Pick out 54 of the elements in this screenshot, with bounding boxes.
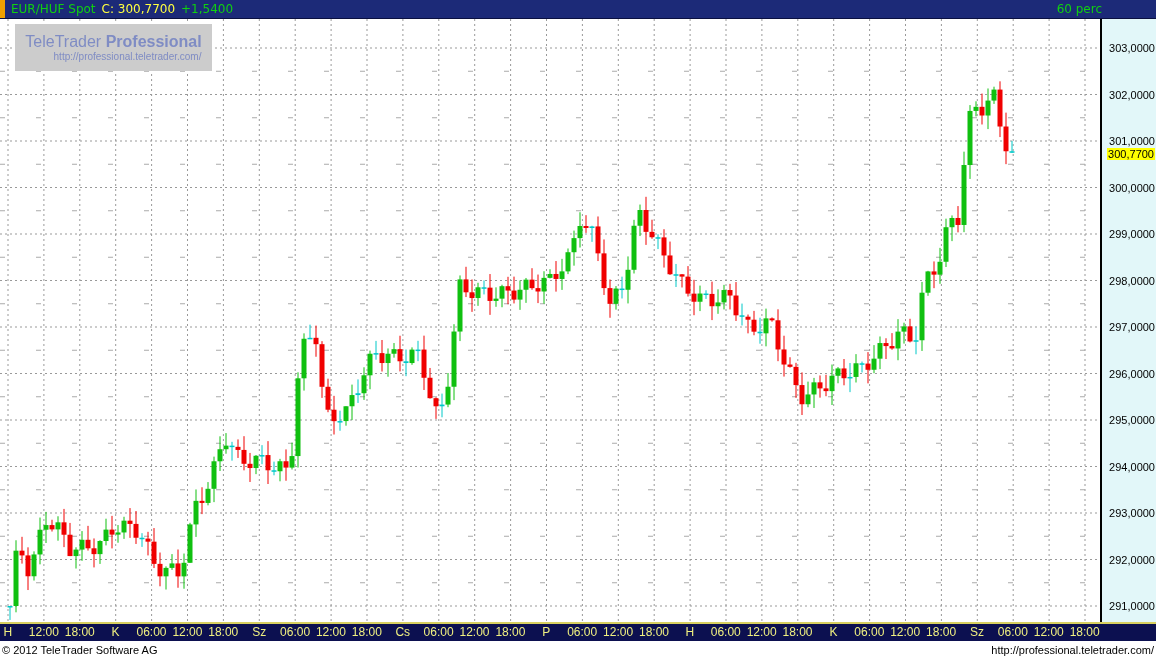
- header-marker: [0, 0, 5, 18]
- time-axis-label: K: [111, 625, 120, 639]
- price-axis-label: 294,0000: [1109, 460, 1156, 473]
- logo-url: http://professional.teletrader.com/: [53, 51, 202, 62]
- time-axis-label: Sz: [252, 625, 267, 639]
- time-axis-label: Sz: [970, 625, 984, 639]
- close-price: C: 300,7700: [101, 2, 176, 16]
- price-axis-label: 293,0000: [1109, 507, 1156, 520]
- time-axis-label: 06:00: [997, 625, 1028, 639]
- logo-text: TeleTrader Professional: [25, 33, 202, 51]
- price-axis-label: 296,0000: [1109, 367, 1156, 380]
- time-axis-label: Cs: [395, 625, 411, 639]
- price-axis-label: 302,0000: [1109, 88, 1156, 101]
- time-axis-label: 06:00: [567, 625, 598, 639]
- time-axis-label: 18:00: [638, 625, 669, 639]
- time-axis-label: 18:00: [351, 625, 382, 639]
- price-change: +1,5400: [181, 2, 234, 16]
- price-axis-label: 300,0000: [1109, 181, 1156, 194]
- time-axis-label: K: [829, 625, 838, 639]
- time-axis-label: 06:00: [854, 625, 885, 639]
- price-axis-label: 303,0000: [1109, 42, 1156, 55]
- time-axis-label: 06:00: [280, 625, 311, 639]
- time-axis-label: 12:00: [890, 625, 921, 639]
- time-axis-label: 06:00: [710, 625, 741, 639]
- copyright-text: © 2012 TeleTrader Software AG: [2, 644, 158, 656]
- time-axis-label: 12:00: [1033, 625, 1064, 639]
- time-axis-label: 12:00: [746, 625, 777, 639]
- time-axis-label: 18:00: [208, 625, 239, 639]
- last-price-label: 300,7700: [1107, 147, 1155, 160]
- price-axis-label: 301,0000: [1109, 135, 1156, 148]
- price-axis-label: 295,0000: [1109, 414, 1156, 427]
- time-axis-label: 06:00: [423, 625, 454, 639]
- symbol-label: EUR/HUF Spot: [11, 2, 96, 16]
- website-link[interactable]: http://professional.teletrader.com/: [991, 644, 1154, 656]
- price-axis-label: 299,0000: [1109, 228, 1156, 241]
- price-axis-label: 298,0000: [1109, 274, 1156, 287]
- time-axis-label: 18:00: [782, 625, 813, 639]
- time-axis-label: 06:00: [136, 625, 167, 639]
- time-axis-label: 12:00: [172, 625, 203, 639]
- time-axis-label: H: [685, 625, 695, 639]
- time-axis-label: 18:00: [926, 625, 957, 639]
- time-axis-label: 12:00: [28, 625, 59, 639]
- time-axis-label: 18:00: [64, 625, 95, 639]
- time-axis-label: H: [3, 625, 13, 639]
- time-axis-label: 12:00: [315, 625, 346, 639]
- time-axis-label: 18:00: [1069, 625, 1100, 639]
- price-axis-label: 297,0000: [1109, 321, 1156, 334]
- price-axis-label: 292,0000: [1109, 553, 1156, 566]
- interval-label: 60 perc: [1056, 2, 1102, 16]
- time-axis-label: 12:00: [459, 625, 490, 639]
- time-axis-label: 18:00: [495, 625, 526, 639]
- time-axis-label: P: [542, 625, 551, 639]
- time-axis-label: 12:00: [603, 625, 634, 639]
- price-axis-label: 291,0000: [1109, 600, 1156, 613]
